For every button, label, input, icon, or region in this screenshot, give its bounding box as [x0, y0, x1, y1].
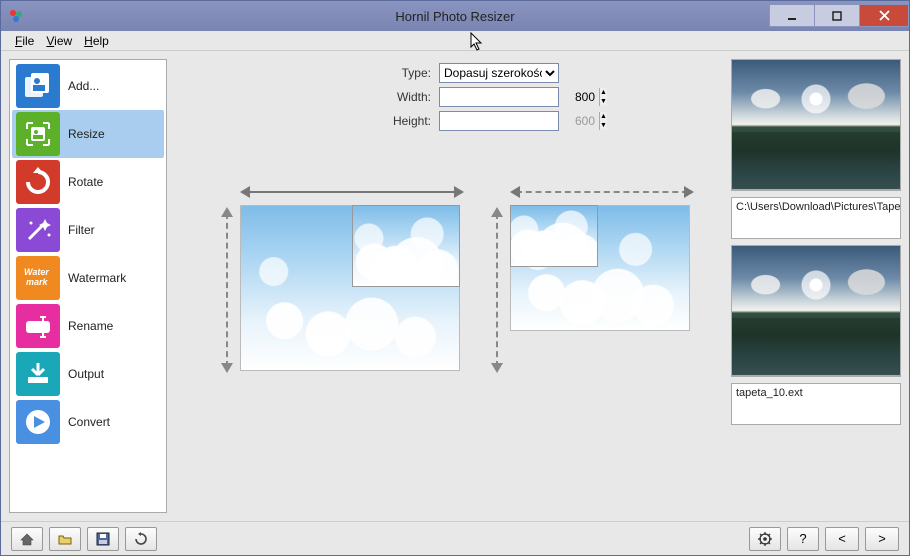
- main-panel: Type: Dopasuj szerokość Width: ▲▼ Height…: [175, 59, 723, 513]
- home-button[interactable]: [11, 527, 43, 551]
- preview-image-2: [732, 246, 900, 376]
- preview-1: [731, 59, 901, 191]
- width-arrow-dashed-icon: [510, 187, 694, 197]
- menu-view[interactable]: View: [40, 34, 78, 48]
- menu-file[interactable]: File: [9, 34, 40, 48]
- sidebar-item-add[interactable]: Add...: [12, 62, 164, 110]
- sample-resized-icon: [352, 205, 460, 287]
- type-label: Type:: [175, 66, 439, 80]
- preview-caption-1: C:\Users\Download\Pictures\Tapet: [731, 197, 901, 239]
- open-button[interactable]: [49, 527, 81, 551]
- watermark-icon: Watermark: [16, 256, 60, 300]
- close-button[interactable]: [859, 5, 909, 27]
- menu-help[interactable]: Help: [78, 34, 115, 48]
- sidebar-item-output[interactable]: Output: [12, 350, 164, 398]
- sidebar: Add...ResizeRotateFilterWatermarkWaterma…: [9, 59, 167, 513]
- width-arrow-icon: [240, 187, 464, 197]
- save-button[interactable]: [87, 527, 119, 551]
- preview-2: [731, 245, 901, 377]
- menubar: File View Help: [1, 31, 909, 51]
- height-arrow-icon: [222, 207, 232, 373]
- output-icon: [16, 352, 60, 396]
- width-input[interactable]: [440, 88, 599, 106]
- resize-diagram: [175, 187, 723, 397]
- play-icon: [16, 400, 60, 444]
- add-icon: [16, 64, 60, 108]
- wand-icon: [16, 208, 60, 252]
- sidebar-item-label: Rename: [68, 319, 113, 333]
- height-arrow-dashed-icon: [492, 207, 502, 373]
- next-button[interactable]: >: [865, 527, 899, 551]
- sidebar-item-rotate[interactable]: Rotate: [12, 158, 164, 206]
- svg-text:Water: Water: [24, 267, 49, 277]
- titlebar: Hornil Photo Resizer: [1, 1, 909, 31]
- sidebar-item-label: Add...: [68, 79, 99, 93]
- maximize-button[interactable]: [814, 5, 860, 27]
- bottom-toolbar: ? < >: [1, 521, 909, 555]
- preview-image-1: [732, 60, 900, 190]
- refresh-button[interactable]: [125, 527, 157, 551]
- help-button[interactable]: ?: [787, 527, 819, 551]
- diagram-fit-width: [204, 187, 464, 397]
- sidebar-item-watermark[interactable]: WatermarkWatermark: [12, 254, 164, 302]
- height-up: ▲: [600, 112, 607, 121]
- type-select[interactable]: Dopasuj szerokość: [439, 63, 559, 83]
- sidebar-item-label: Resize: [68, 127, 105, 141]
- sidebar-item-convert[interactable]: Convert: [12, 398, 164, 446]
- width-spinner[interactable]: ▲▼: [439, 87, 559, 107]
- height-input: [440, 112, 599, 130]
- sidebar-item-label: Output: [68, 367, 104, 381]
- width-label: Width:: [175, 90, 439, 104]
- sidebar-item-label: Filter: [68, 223, 95, 237]
- width-up[interactable]: ▲: [600, 88, 607, 97]
- resize-icon: [16, 112, 60, 156]
- height-spinner: ▲▼: [439, 111, 559, 131]
- preview-column: C:\Users\Download\Pictures\Tapet tapeta_…: [731, 59, 901, 513]
- preview-caption-2: tapeta_10.ext: [731, 383, 901, 425]
- sidebar-item-rename[interactable]: Rename: [12, 302, 164, 350]
- sidebar-item-label: Watermark: [68, 271, 126, 285]
- height-label: Height:: [175, 114, 439, 128]
- width-down[interactable]: ▼: [600, 97, 607, 106]
- svg-text:mark: mark: [26, 277, 49, 287]
- height-down: ▼: [600, 121, 607, 130]
- app-icon: [7, 7, 25, 25]
- settings-button[interactable]: [749, 527, 781, 551]
- sidebar-item-filter[interactable]: Filter: [12, 206, 164, 254]
- rotate-icon: [16, 160, 60, 204]
- sidebar-item-resize[interactable]: Resize: [12, 110, 164, 158]
- sidebar-item-label: Rotate: [68, 175, 103, 189]
- sidebar-item-label: Convert: [68, 415, 110, 429]
- sample-resized2-icon: [510, 205, 598, 267]
- diagram-fit-height: [484, 187, 694, 397]
- prev-button[interactable]: <: [825, 527, 859, 551]
- rename-icon: [16, 304, 60, 348]
- minimize-button[interactable]: [769, 5, 815, 27]
